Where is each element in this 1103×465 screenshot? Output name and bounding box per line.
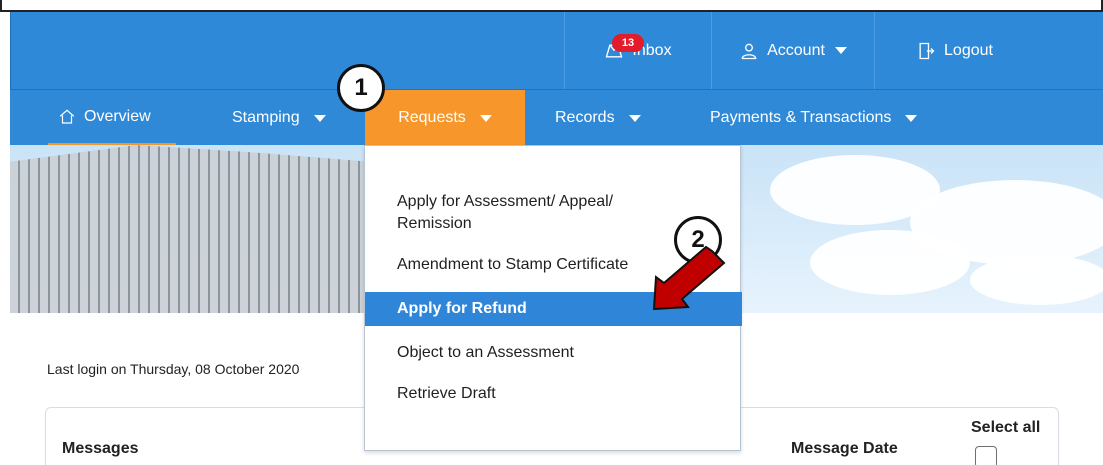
logout-label: Logout — [944, 41, 993, 59]
account-menu[interactable]: Account — [711, 12, 874, 89]
building-image — [10, 145, 370, 313]
menu-item-apply-refund[interactable]: Apply for Refund — [397, 298, 527, 320]
home-icon — [59, 108, 75, 124]
nav-overview-label: Overview — [84, 107, 151, 125]
select-all-label: Select all — [971, 419, 1041, 436]
nav-records[interactable]: Records — [555, 90, 675, 146]
nav-overview[interactable]: Overview — [48, 90, 176, 146]
message-date-header: Message Date — [791, 440, 898, 457]
chevron-down-icon — [479, 114, 492, 122]
chevron-down-icon — [905, 114, 918, 122]
main-nav: Overview Stamping Requests Records Payme… — [10, 89, 1103, 146]
inbox-count-badge: 13 — [612, 34, 644, 52]
select-all-checkbox[interactable] — [975, 446, 997, 465]
chevron-down-icon — [313, 114, 326, 122]
nav-requests-label: Requests — [398, 109, 466, 126]
nav-payments[interactable]: Payments & Transactions — [710, 90, 960, 146]
menu-item-retrieve-draft[interactable]: Retrieve Draft — [397, 383, 496, 405]
nav-stamping[interactable]: Stamping — [232, 90, 352, 146]
menu-item-apply-assessment[interactable]: Apply for Assessment/ Appeal/ Remission — [397, 191, 677, 235]
annotation-step-1: 1 — [337, 64, 385, 112]
chevron-down-icon — [834, 47, 847, 54]
cloud-shape — [810, 230, 970, 295]
top-bar: Inbox Account Logout — [10, 12, 1103, 89]
window-frame-top — [0, 0, 1103, 12]
nav-requests[interactable]: Requests — [365, 90, 525, 146]
nav-payments-label: Payments & Transactions — [710, 109, 892, 126]
account-label: Account — [767, 41, 825, 59]
nav-records-label: Records — [555, 109, 615, 126]
logout-link[interactable]: Logout — [874, 12, 1034, 89]
last-login-text: Last login on Thursday, 08 October 2020 — [47, 361, 300, 377]
account-icon — [741, 43, 757, 59]
chevron-down-icon — [628, 114, 641, 122]
menu-item-amendment[interactable]: Amendment to Stamp Certificate — [397, 254, 628, 276]
cloud-shape — [970, 255, 1103, 305]
logout-icon — [919, 42, 935, 59]
nav-stamping-label: Stamping — [232, 109, 300, 126]
menu-item-object-assessment[interactable]: Object to an Assessment — [397, 342, 574, 364]
messages-header: Messages — [62, 440, 139, 457]
annotation-arrow-icon — [652, 245, 726, 311]
